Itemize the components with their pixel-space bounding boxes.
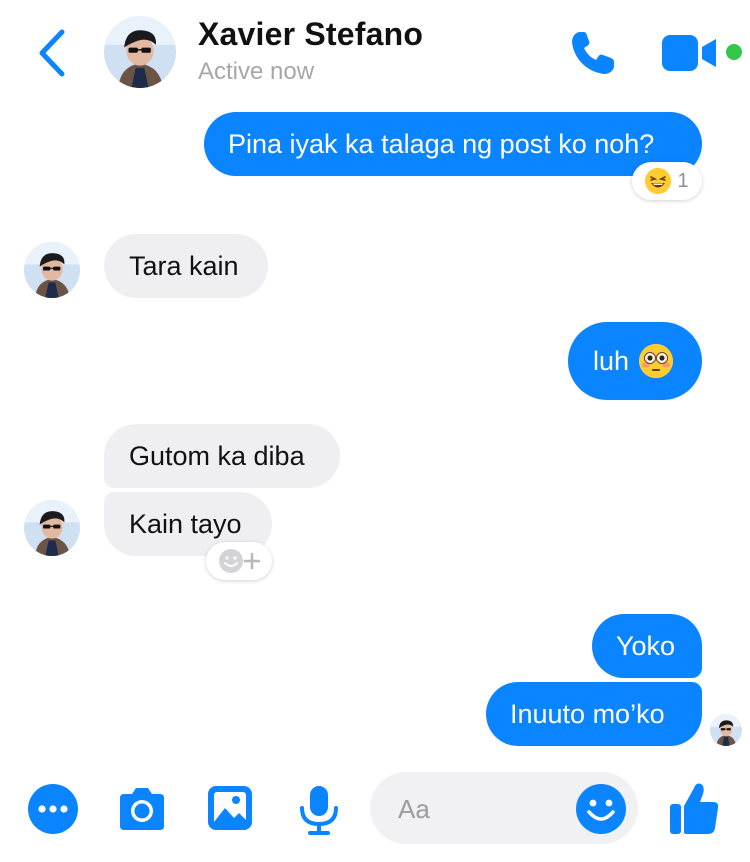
thumbs-up-icon [670,783,719,834]
audio-call-button[interactable] [566,26,620,80]
incoming-message[interactable]: Gutom ka diba [104,424,340,488]
contact-avatar[interactable] [104,16,176,88]
camera-icon [120,788,164,830]
camera-button[interactable] [116,784,166,834]
active-status: Active now [198,58,315,85]
video-call-button[interactable] [662,33,718,73]
back-button[interactable] [30,26,78,82]
microphone-icon [300,786,338,835]
message-text: Inuuto mo’ko [510,698,665,729]
more-icon [28,784,78,834]
add-reaction-button[interactable] [206,542,272,580]
message-text: luh [593,345,630,376]
smiley-icon [576,784,626,834]
reaction-count: 1 [677,169,689,192]
sender-avatar[interactable] [24,242,80,298]
voice-message-button[interactable] [296,784,346,835]
message-text: Pina iyak ka talaga ng post ko noh? [228,128,655,159]
message-reaction[interactable]: 1 [632,162,702,200]
online-indicator [724,42,744,62]
incoming-message[interactable]: Tara kain [104,234,268,298]
seen-receipt-avatar [710,714,742,746]
image-icon [208,786,252,830]
message-input[interactable] [398,793,568,825]
like-button[interactable] [668,780,720,836]
sender-avatar[interactable] [24,500,80,556]
phone-icon [572,32,614,74]
message-text: Tara kain [129,250,239,281]
chevron-left-icon [39,29,65,77]
outgoing-message[interactable]: Pina iyak ka talaga ng post ko noh? [204,112,702,176]
conversation-header: Xavier Stefano Active now [0,0,750,108]
flushed-emoji-icon [639,344,674,378]
video-camera-icon [662,35,716,71]
outgoing-message[interactable]: Inuuto mo’ko [486,682,702,746]
more-actions-button[interactable] [28,784,78,834]
add-reaction-icon [219,549,261,573]
outgoing-message[interactable]: Yoko [592,614,702,678]
gallery-button[interactable] [206,784,256,834]
outgoing-message[interactable]: luh [568,322,702,400]
message-text: Yoko [616,630,676,661]
message-text: Gutom ka diba [129,440,305,471]
contact-name[interactable]: Xavier Stefano [198,16,423,53]
emoji-button[interactable] [576,784,626,834]
message-text: Kain tayo [129,508,242,539]
laughing-emoji-icon [645,168,672,194]
